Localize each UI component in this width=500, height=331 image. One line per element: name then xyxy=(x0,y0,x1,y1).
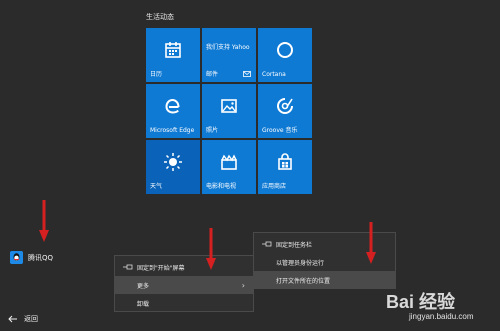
context-menu: 固定到"开始"屏幕 更多 › 卸载 xyxy=(114,255,254,312)
section-title: 生活动态 xyxy=(146,13,174,21)
qq-icon xyxy=(10,251,23,264)
mail-icon xyxy=(243,71,251,77)
menu-item-more[interactable]: 更多 › xyxy=(115,276,253,294)
back-label: 返回 xyxy=(24,315,38,323)
menu-item-label: 以管理员身份运行 xyxy=(276,259,325,267)
tile-label: Cortana xyxy=(262,71,286,78)
edge-icon xyxy=(165,98,180,114)
tile-label: 日历 xyxy=(150,71,163,78)
back-button[interactable]: 返回 xyxy=(8,314,38,324)
tile-groove[interactable]: Groove 音乐 xyxy=(258,84,312,138)
watermark-logo: Bai 经验 xyxy=(386,292,456,312)
submenu-arrow-icon: › xyxy=(241,280,245,290)
tile-calendar[interactable]: 日历 xyxy=(146,28,200,82)
menu-item-open-file-location[interactable]: 打开文件所在的位置 xyxy=(254,271,395,289)
film-icon xyxy=(221,154,237,170)
store-icon xyxy=(278,153,292,170)
menu-item-label: 卸载 xyxy=(137,300,150,308)
tile-label: 天气 xyxy=(150,183,163,190)
music-icon xyxy=(277,98,293,114)
menu-item-label: 固定到"开始"屏幕 xyxy=(137,264,185,272)
calendar-icon xyxy=(165,42,181,58)
sun-icon xyxy=(164,153,182,171)
app-list-item-qq[interactable]: 腾讯QQ xyxy=(10,251,53,264)
pin-icon xyxy=(123,264,133,270)
tile-label: 邮件 xyxy=(206,71,219,78)
menu-item-label: 打开文件所在的位置 xyxy=(276,277,331,285)
tile-label: Groove 音乐 xyxy=(262,127,298,134)
menu-item-pin-start[interactable]: 固定到"开始"屏幕 xyxy=(115,258,253,276)
tile-photos[interactable]: 照片 xyxy=(202,84,256,138)
tile-label: 电影和电视 xyxy=(206,183,237,190)
tile-cortana[interactable]: Cortana xyxy=(258,28,312,82)
tile-label: 照片 xyxy=(206,127,219,134)
annotation-arrow-1 xyxy=(39,200,49,242)
tile-mail[interactable]: 我们支持 Yahoo 邮件 xyxy=(202,28,256,82)
tile-mail-headline: 我们支持 Yahoo xyxy=(206,44,250,51)
back-arrow-icon xyxy=(8,315,17,323)
watermark-url: jingyan.baidu.com xyxy=(409,312,474,321)
menu-item-label: 更多 xyxy=(137,282,150,290)
menu-item-uninstall[interactable]: 卸载 xyxy=(115,294,253,312)
tile-edge[interactable]: Microsoft Edge xyxy=(146,84,200,138)
app-label: 腾讯QQ xyxy=(28,253,54,262)
menu-item-label: 固定到任务栏 xyxy=(276,241,313,249)
tile-label: 应用商店 xyxy=(262,183,287,190)
tile-store[interactable]: 应用商店 xyxy=(258,140,312,194)
annotation-arrow-2 xyxy=(206,228,216,270)
tile-weather[interactable]: 天气 xyxy=(146,140,200,194)
annotation-arrow-3 xyxy=(366,222,376,264)
tile-label: Microsoft Edge xyxy=(150,127,195,134)
pin-icon xyxy=(262,241,272,247)
photo-icon xyxy=(221,99,237,113)
tile-movies[interactable]: 电影和电视 xyxy=(202,140,256,194)
start-menu-screen: 生活动态 日历 我们支持 Yahoo 邮件 Cortana Microsoft … xyxy=(0,0,500,331)
cortana-icon xyxy=(277,42,293,58)
